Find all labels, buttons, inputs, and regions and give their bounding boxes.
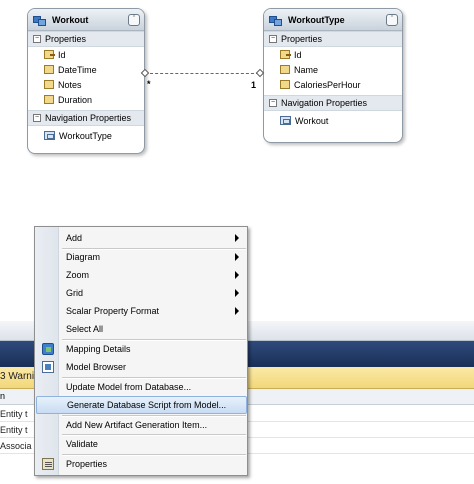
property-id[interactable]: Id [28,47,144,62]
property-datetime[interactable]: DateTime [28,62,144,77]
entity-type-icon [268,14,282,26]
key-property-icon [280,50,291,59]
section-label: Properties [45,34,87,44]
list-item[interactable]: Entity t [0,425,28,435]
menu-item-mapping-details[interactable]: Mapping Details [36,340,247,358]
property-label: Notes [58,79,82,90]
property-label: Duration [58,94,93,105]
menu-item-label: Diagram [66,252,101,262]
scalar-property-icon [44,95,54,104]
menu-item-select-all[interactable]: Select All [36,320,247,338]
property-label: Workout [295,115,329,126]
entity-header[interactable]: WorkoutType ˆ [264,9,402,31]
menu-item-label: Update Model from Database... [66,382,192,392]
collapse-section-icon[interactable]: − [33,35,41,43]
list-header-label: n [0,391,6,401]
menu-item-scalar-property-format[interactable]: Scalar Property Format [36,302,247,320]
properties-icon [42,458,54,470]
menu-item-grid[interactable]: Grid [36,284,247,302]
collapse-section-icon[interactable]: − [269,35,277,43]
property-label: WorkoutType [59,130,112,141]
property-caloriesperhour[interactable]: CaloriesPerHour [264,77,402,92]
menu-item-label: Generate Database Script from Model... [67,400,227,410]
navigation-section[interactable]: − Navigation Properties [28,110,144,126]
section-label: Properties [281,34,323,44]
menu-item-properties[interactable]: Properties [36,455,247,473]
property-notes[interactable]: Notes [28,77,144,92]
collapse-icon[interactable]: ˆ [128,13,140,26]
menu-item-add[interactable]: Add [36,229,247,247]
menu-item-label: Zoom [66,270,90,280]
menu-item-zoom[interactable]: Zoom [36,266,247,284]
entity-workouttype[interactable]: WorkoutType ˆ − Properties Id Name Calor… [263,8,403,143]
menu-item-label: Add New Artifact Generation Item... [66,420,208,430]
property-label: CaloriesPerHour [294,79,361,90]
entity-title: WorkoutType [288,14,345,25]
association-line[interactable] [145,73,259,74]
menu-item-add-artifact-generation[interactable]: Add New Artifact Generation Item... [36,416,247,434]
collapse-section-icon[interactable]: − [269,99,277,107]
entity-header[interactable]: Workout ˆ [28,9,144,31]
model-browser-icon [42,361,54,373]
menu-item-label: Select All [66,324,104,334]
properties-section[interactable]: − Properties [264,31,402,47]
menu-item-diagram[interactable]: Diagram [36,248,247,266]
submenu-arrow-icon [235,234,239,242]
multiplicity-many: * [147,79,151,89]
menu-item-label: Grid [66,288,84,298]
property-id[interactable]: Id [264,47,402,62]
collapse-section-icon[interactable]: − [33,114,41,122]
scalar-property-icon [44,80,54,89]
property-label: Name [294,64,319,75]
menu-item-label: Mapping Details [66,344,131,354]
scalar-property-icon [280,80,290,89]
nav-property-workouttype[interactable]: WorkoutType [28,128,144,143]
navigation-property-icon [280,116,291,125]
property-label: DateTime [58,64,97,75]
property-label: Id [58,49,66,60]
menu-item-label: Properties [66,459,108,469]
submenu-arrow-icon [235,289,239,297]
scalar-property-icon [280,65,290,74]
mapping-details-icon [42,343,54,355]
property-duration[interactable]: Duration [28,92,144,107]
key-property-icon [44,50,55,59]
menu-item-generate-database-script[interactable]: Generate Database Script from Model... [36,396,247,414]
menu-item-label: Model Browser [66,362,127,372]
property-name[interactable]: Name [264,62,402,77]
scalar-property-icon [44,65,54,74]
submenu-arrow-icon [235,271,239,279]
menu-item-label: Scalar Property Format [66,306,160,316]
multiplicity-one: 1 [251,80,257,90]
section-label: Navigation Properties [281,98,368,108]
property-label: Id [294,49,302,60]
navigation-property-icon [44,131,55,140]
menu-item-label: Add [66,233,83,243]
menu-item-update-model[interactable]: Update Model from Database... [36,378,247,396]
menu-item-label: Validate [66,439,98,449]
properties-section[interactable]: − Properties [28,31,144,47]
nav-property-workout[interactable]: Workout [264,113,402,128]
submenu-arrow-icon [235,307,239,315]
submenu-arrow-icon [235,253,239,261]
entity-title: Workout [52,14,89,25]
context-menu: Add Diagram Zoom Grid Scalar Property Fo… [34,226,248,476]
entity-type-icon [32,14,46,26]
list-item[interactable]: Entity t [0,409,28,419]
menu-item-validate[interactable]: Validate [36,435,247,453]
menu-item-model-browser[interactable]: Model Browser [36,358,247,376]
list-item[interactable]: Associa [0,441,32,451]
section-label: Navigation Properties [45,113,132,123]
collapse-icon[interactable]: ˆ [386,13,398,26]
navigation-section[interactable]: − Navigation Properties [264,95,402,111]
warnings-count: 3 Warni [0,371,35,382]
entity-workout[interactable]: Workout ˆ − Properties Id DateTime Notes… [27,8,145,154]
